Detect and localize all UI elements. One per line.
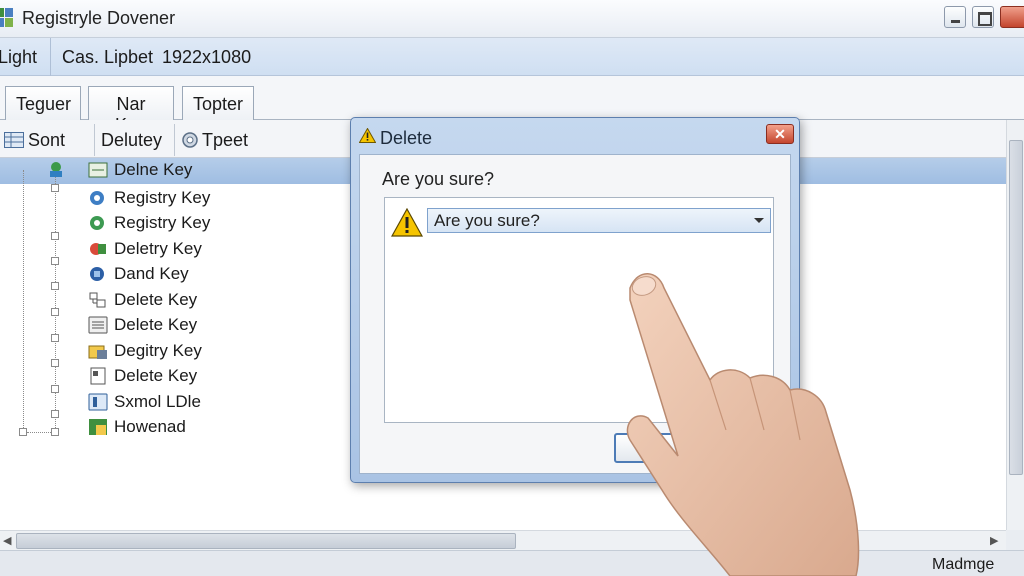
folder-key-icon	[88, 345, 107, 359]
tree-item-label: Dand Key	[114, 264, 189, 283]
tree-expander[interactable]	[51, 385, 59, 393]
maximize-button[interactable]	[972, 6, 994, 28]
confirm-dropdown-value: Are you sure?	[434, 211, 540, 230]
dialog-close-button[interactable]: ✕	[766, 124, 794, 144]
window-title: Registryle Dovener	[22, 8, 176, 28]
tree-connector	[27, 432, 51, 433]
tree-expander[interactable]	[19, 428, 27, 436]
tab-nar-kop[interactable]: Nar Kop	[88, 86, 174, 135]
tree-expander[interactable]	[51, 410, 59, 418]
info-bar: Light Cas. Lipbet 1922x1080	[0, 38, 1024, 76]
column-separator[interactable]	[94, 124, 95, 156]
tree-item-label: Howenad	[114, 417, 186, 436]
list-icon	[88, 316, 108, 334]
title-bar: Registryle Dovener	[0, 0, 1024, 38]
tree-item-label: Delete Key	[114, 290, 198, 309]
tree-item-label: Deletry Key	[114, 239, 202, 258]
column-sont[interactable]: Sont	[28, 130, 65, 151]
tree-expander[interactable]	[51, 282, 59, 290]
tree-expander[interactable]	[51, 359, 59, 367]
tab-topter[interactable]: Topter	[182, 86, 254, 120]
home-key-icon	[89, 419, 107, 435]
tree-expander[interactable]	[51, 308, 59, 316]
warning-icon	[391, 208, 423, 237]
info-resolution: 1922x1080	[162, 47, 252, 67]
scroll-left-arrow-icon[interactable]: ◀	[3, 534, 11, 547]
key-icon	[90, 267, 104, 281]
confirm-dropdown[interactable]: Are you sure?	[427, 208, 771, 233]
registry-key-icon	[90, 216, 104, 230]
tree-expander[interactable]	[51, 334, 59, 342]
delete-key-icon	[90, 243, 106, 255]
tree-item-label: Delne Key	[114, 160, 193, 179]
column-tpeet[interactable]: Tpeet	[202, 130, 248, 151]
tree-item-label: Degitry Key	[114, 341, 202, 360]
chevron-down-icon	[754, 218, 764, 223]
pointing-hand-image	[626, 273, 860, 576]
key-icon	[88, 162, 108, 178]
warning-icon	[359, 128, 376, 143]
gear-icon	[182, 132, 198, 148]
info-label: Cas. Lipbet	[62, 47, 154, 67]
tree-expander[interactable]	[51, 232, 59, 240]
dialog-question: Are you sure?	[382, 169, 495, 189]
tree-item-label: Sxmol LDle	[114, 392, 201, 411]
network-icon	[89, 292, 106, 308]
minimize-button[interactable]	[944, 6, 966, 28]
document-icon	[90, 367, 106, 385]
info-theme[interactable]: Light	[0, 47, 37, 68]
registry-app-icon	[0, 8, 13, 27]
horizontal-scroll-thumb[interactable]	[16, 533, 516, 549]
tree-expander[interactable]	[51, 257, 59, 265]
file-icon	[88, 393, 108, 411]
tree-item-label: Registry Key	[114, 213, 211, 232]
registry-key-icon	[90, 191, 104, 205]
tree-item-label: Delete Key	[114, 315, 198, 334]
tree-item-label: Delete Key	[114, 366, 198, 385]
close-window-button[interactable]	[1000, 6, 1024, 28]
column-separator[interactable]	[174, 124, 175, 156]
column-delutey[interactable]: Delutey	[101, 130, 162, 151]
tree-expander[interactable]	[51, 428, 59, 436]
info-separator	[50, 38, 51, 76]
tree-item-label: Registry Key	[114, 188, 211, 207]
dialog-title: Delete	[380, 128, 433, 148]
tab-strip: Teguer Nar Kop Topter	[0, 76, 1024, 135]
tab-teguer[interactable]: Teguer	[5, 86, 81, 120]
tree-expander[interactable]	[51, 184, 59, 192]
grid-icon	[4, 132, 24, 148]
